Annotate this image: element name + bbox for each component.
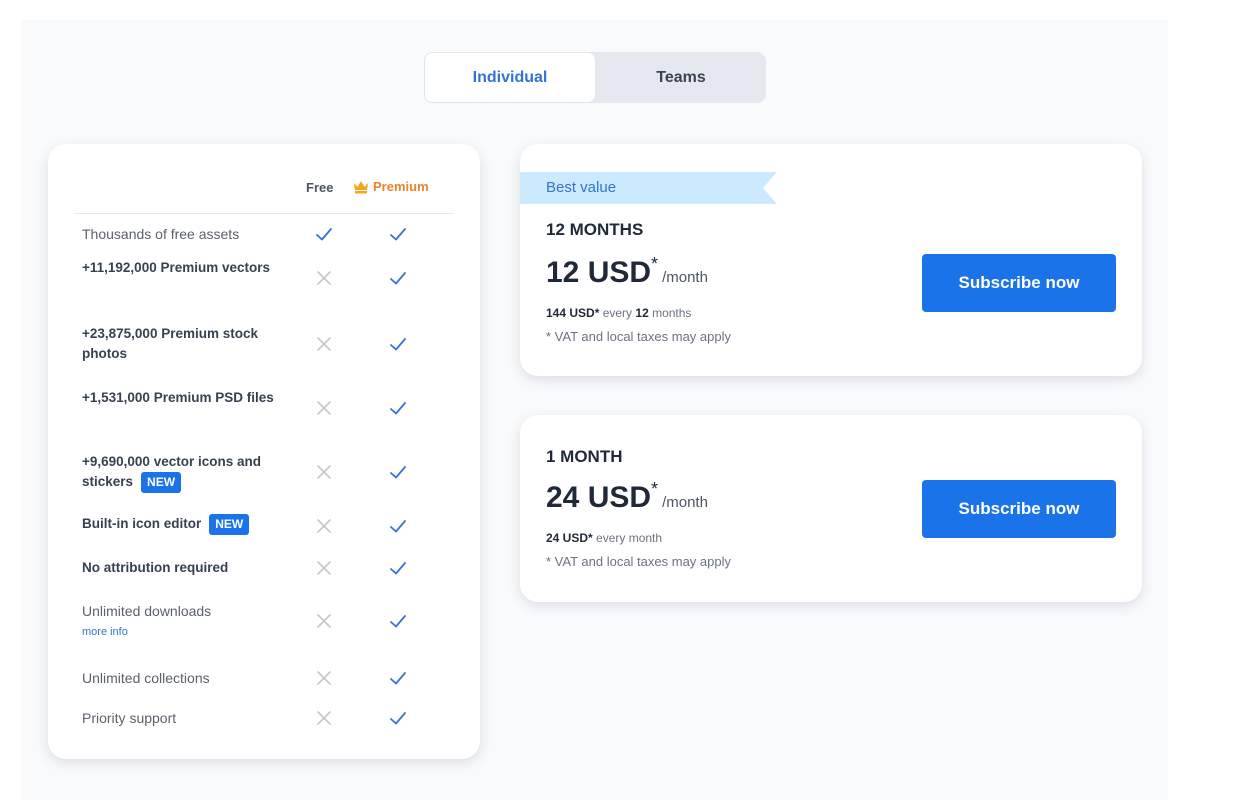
price-period: /month [662, 494, 708, 511]
plan-price: 24 USD*/month [546, 479, 708, 515]
total-amount: 144 USD* [546, 306, 600, 320]
new-badge: NEW [209, 514, 250, 535]
feature-label: +9,690,000 vector icons and stickers NEW [82, 452, 287, 493]
feature-label-text: No attribution required [82, 560, 229, 575]
cross-icon [314, 334, 334, 354]
cross-icon [314, 268, 334, 288]
feature-row: +9,690,000 vector icons and stickers NEW [82, 452, 472, 493]
crown-icon [354, 180, 368, 193]
vat-note: * VAT and local taxes may apply [546, 329, 731, 344]
feature-label: +1,531,000 Premium PSD files [82, 388, 287, 408]
cross-icon [314, 398, 334, 418]
cross-icon [314, 516, 334, 536]
price-amount: 12 USD [546, 256, 652, 289]
check-icon [388, 268, 408, 288]
feature-row: Unlimited downloads more info [82, 601, 472, 641]
check-icon [388, 611, 408, 631]
feature-row: +1,531,000 Premium PSD files [82, 388, 472, 428]
feature-label: Unlimited collections [82, 668, 287, 688]
check-icon [388, 708, 408, 728]
feature-label: +11,192,000 Premium vectors [82, 258, 287, 278]
feature-row: +23,875,000 Premium stock photos [82, 324, 472, 364]
feature-row: Priority support [82, 708, 472, 728]
price-period: /month [662, 269, 708, 286]
check-icon [388, 462, 408, 482]
feature-label: +23,875,000 Premium stock photos [82, 324, 287, 364]
total-text: every [599, 306, 636, 320]
cross-icon [314, 668, 334, 688]
subscribe-1-month-button[interactable]: Subscribe now [922, 480, 1116, 538]
check-icon [314, 224, 334, 244]
plan-price: 12 USD*/month [546, 254, 708, 290]
check-icon [388, 334, 408, 354]
subscribe-12-months-button[interactable]: Subscribe now [922, 254, 1116, 312]
tab-teams[interactable]: Teams [596, 52, 766, 103]
price-asterisk: * [651, 254, 659, 274]
feature-label-text: Unlimited collections [82, 670, 210, 686]
cross-icon [314, 611, 334, 631]
feature-label-text: Built-in icon editor [82, 516, 202, 532]
plan-card-12-months: Best value 12 MONTHS 12 USD*/month 144 U… [520, 144, 1142, 376]
column-premium: Premium [353, 179, 429, 194]
total-text-suffix: months [648, 306, 692, 320]
feature-row: +11,192,000 Premium vectors [82, 258, 472, 298]
check-icon [388, 224, 408, 244]
feature-table-header: Free Premium [48, 179, 480, 214]
feature-row: Built-in icon editor NEW [82, 514, 472, 538]
feature-label: Built-in icon editor NEW [82, 514, 287, 535]
feature-row: No attribution required [82, 558, 472, 578]
feature-label-text: Thousands of free assets [82, 226, 240, 242]
plan-card-1-month: 1 MONTH 24 USD*/month 24 USD* every mont… [520, 415, 1142, 602]
price-asterisk: * [651, 479, 659, 499]
plan-title: 1 MONTH [546, 447, 623, 466]
check-icon [388, 558, 408, 578]
check-icon [388, 516, 408, 536]
column-premium-label: Premium [373, 179, 429, 194]
feature-label-text: Priority support [82, 710, 177, 726]
column-free: Free [306, 180, 334, 195]
plan-total: 144 USD* every 12 months [546, 306, 691, 320]
plan-title: 12 MONTHS [546, 220, 644, 239]
vat-note: * VAT and local taxes may apply [546, 554, 731, 569]
feature-label-text: +1,531,000 Premium PSD files [82, 390, 274, 405]
plan-type-toggle: Individual Teams [424, 52, 766, 103]
price-amount: 24 USD [546, 481, 652, 514]
feature-label: Unlimited downloads more info [82, 601, 287, 639]
feature-comparison-card: Free Premium Thousands of free assets +11… [48, 144, 480, 759]
feature-label-text: Unlimited downloads [82, 603, 212, 619]
cross-icon [314, 558, 334, 578]
feature-label: No attribution required [82, 558, 287, 578]
check-icon [388, 668, 408, 688]
feature-label-text: +11,192,000 Premium vectors [82, 260, 271, 275]
feature-label: Priority support [82, 708, 287, 728]
total-months: 12 [635, 306, 649, 320]
plan-total: 24 USD* every month [546, 531, 662, 545]
ribbon-label: Best value [546, 179, 617, 196]
cross-icon [314, 462, 334, 482]
feature-row: Unlimited collections [82, 668, 472, 688]
more-info-link[interactable]: more info [82, 625, 287, 639]
best-value-ribbon: Best value [520, 172, 777, 204]
tab-individual[interactable]: Individual [424, 52, 596, 103]
feature-row: Thousands of free assets [82, 224, 472, 244]
new-badge: NEW [141, 472, 182, 493]
header-divider [74, 213, 454, 214]
feature-label-text: +23,875,000 Premium stock photos [82, 326, 258, 361]
total-text: every month [592, 531, 663, 545]
total-amount: 24 USD* [546, 531, 593, 545]
check-icon [388, 398, 408, 418]
cross-icon [314, 708, 334, 728]
feature-label: Thousands of free assets [82, 224, 287, 244]
